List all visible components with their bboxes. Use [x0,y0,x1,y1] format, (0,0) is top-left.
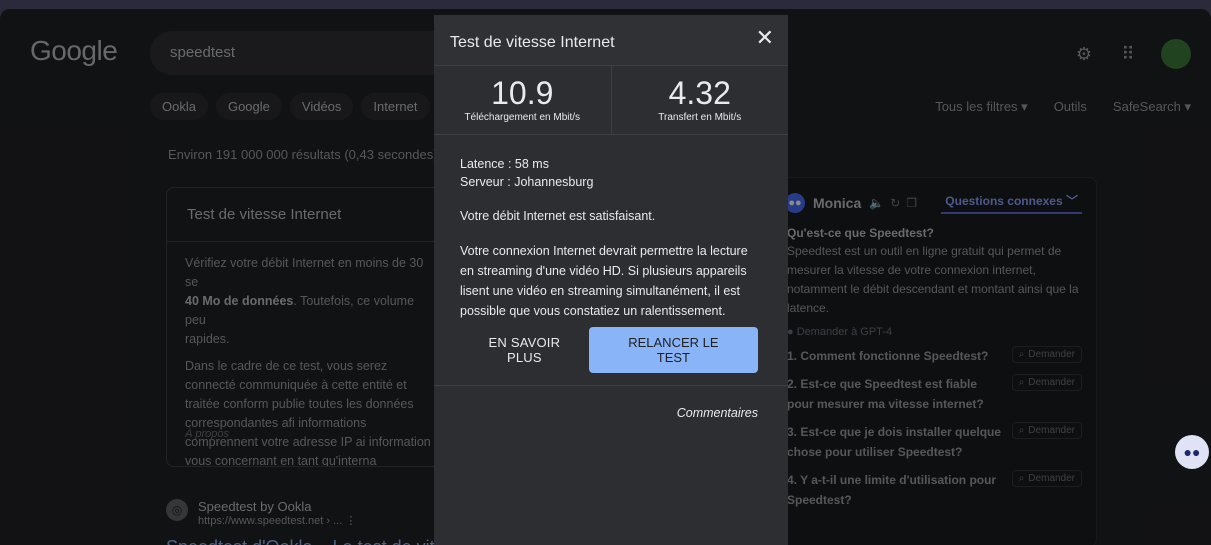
monica-floating-bot-icon[interactable]: ●● [1175,435,1209,469]
upload-speed-value: 4.32 [668,75,731,111]
latency-value: 58 ms [514,157,549,171]
server-value: Johannesburg [514,175,594,189]
server-row: Serveur : Johannesburg [460,175,594,189]
dialog-title: Test de vitesse Internet [450,34,615,51]
browser-frame: Google speedtest ⚙ ⠿ Ookla Google Vidéos… [0,9,1211,545]
rerun-test-button[interactable]: RELANCER LE TEST [588,327,758,373]
upload-metric: 4.32 Transfert en Mbit/s [610,66,789,134]
speed-metrics: 10.9 Téléchargement en Mbit/s 4.32 Trans… [434,66,788,135]
dialog-header: Test de vitesse Internet ✕ [434,15,788,66]
download-speed-label: Téléchargement en Mbit/s [464,112,581,123]
close-icon[interactable]: ✕ [756,25,774,51]
test-details: Latence : 58 ms Serveur : Johannesburg V… [434,135,788,321]
download-speed-value: 10.9 [491,75,554,111]
speed-description: Votre connexion Internet devrait permett… [460,244,748,318]
upload-speed-label: Transfert en Mbit/s [658,112,742,123]
speedtest-dialog: Test de vitesse Internet ✕ 10.9 Téléchar… [434,15,788,545]
speed-verdict: Votre débit Internet est satisfaisant. [460,209,656,223]
feedback-link[interactable]: Commentaires [434,386,788,440]
latency-row: Latence : 58 ms [460,157,549,171]
dialog-actions: EN SAVOIR PLUS RELANCER LE TEST [434,321,788,373]
learn-more-button[interactable]: EN SAVOIR PLUS [460,335,589,365]
download-metric: 10.9 Téléchargement en Mbit/s [434,66,611,134]
